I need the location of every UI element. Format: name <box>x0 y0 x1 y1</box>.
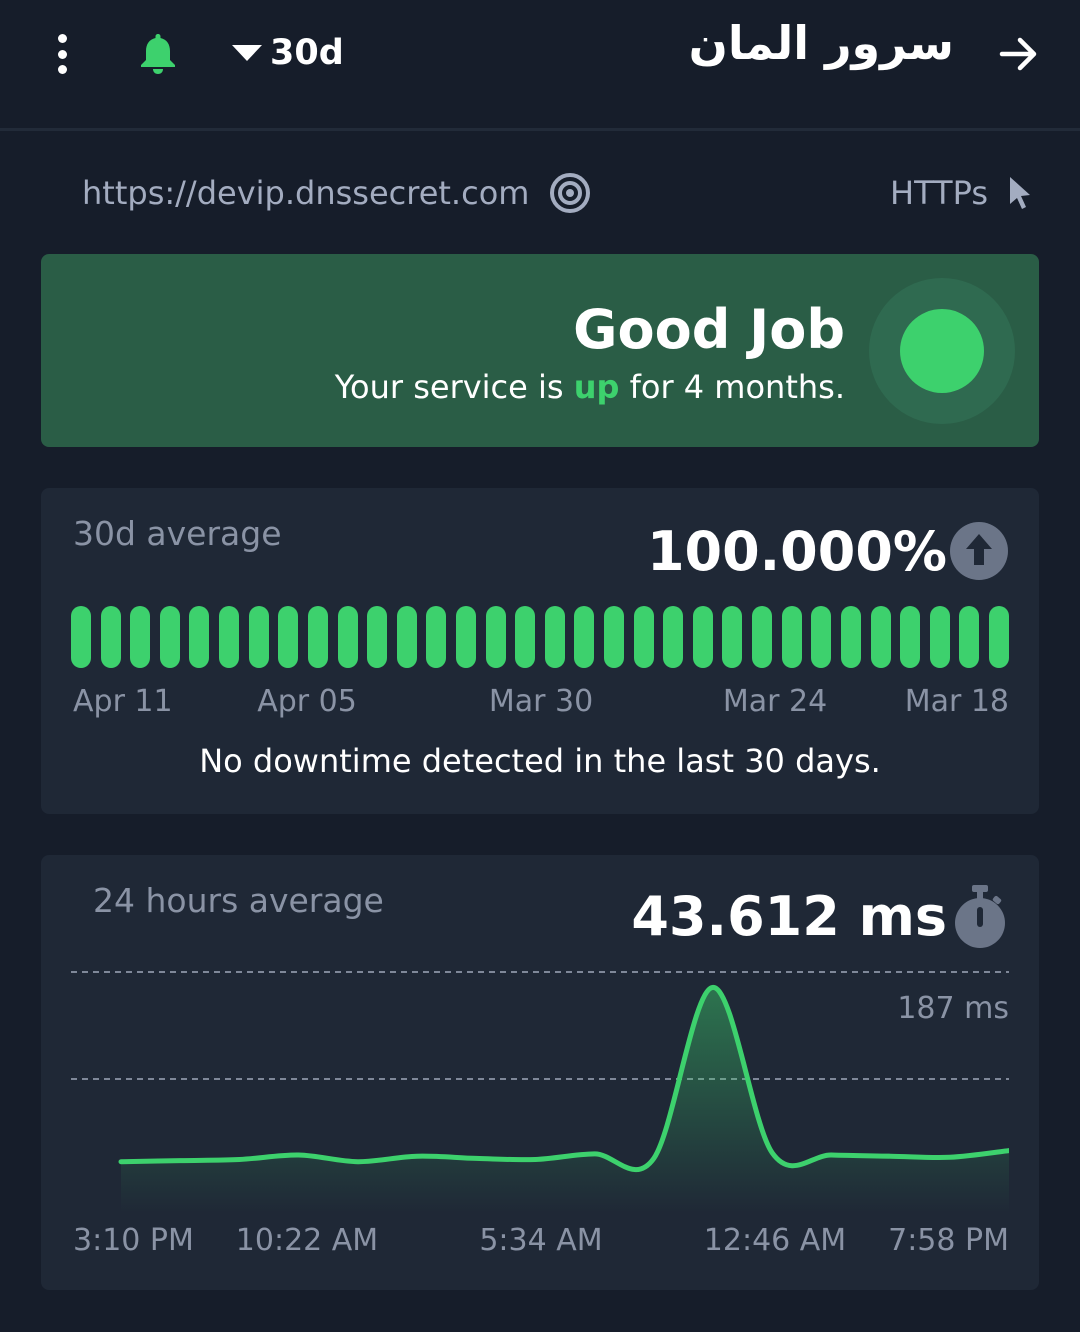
latency-area <box>121 987 1009 1213</box>
uptime-day-bar[interactable] <box>307 606 328 668</box>
top-bar: 30d سرور المان <box>0 0 1080 128</box>
status-state: up <box>573 368 620 406</box>
day-axis-label: Apr 05 <box>257 684 357 719</box>
protocol-label: HTTPs <box>890 174 988 212</box>
uptime-day-bar[interactable] <box>189 606 210 668</box>
uptime-day-bar[interactable] <box>604 606 625 668</box>
monitor-url-row: https://devip.dnssecret.com <box>82 168 591 218</box>
server-name: سرور المان <box>688 16 954 70</box>
status-subtitle-suffix: for 4 months. <box>619 368 845 406</box>
uptime-day-bar[interactable] <box>337 606 358 668</box>
range-label: 30d <box>270 33 344 73</box>
status-title: Good Job <box>573 298 845 361</box>
bell-icon[interactable] <box>136 30 180 76</box>
uptime-day-bar[interactable] <box>811 606 832 668</box>
uptime-bars <box>71 606 1009 668</box>
protocol-row: HTTPs <box>890 168 1034 218</box>
status-subtitle: Your service is up for 4 months. <box>335 368 845 406</box>
uptime-day-bar[interactable] <box>71 606 91 668</box>
uptime-day-bar[interactable] <box>692 606 713 668</box>
day-axis-label: Mar 24 <box>722 684 828 719</box>
status-card: Good Job Your service is up for 4 months… <box>41 254 1039 447</box>
uptime-day-bar[interactable] <box>574 606 595 668</box>
uptime-card: 30d average 100.000% Apr 11 Apr 05 Mar 30 M… <box>41 488 1039 814</box>
arrow-up-circle-icon <box>950 522 1008 580</box>
uptime-day-bar[interactable] <box>989 606 1009 668</box>
uptime-day-bar[interactable] <box>455 606 476 668</box>
arrow-right-icon[interactable] <box>996 32 1042 76</box>
latency-value: 43.612 ms <box>631 885 947 948</box>
uptime-message: No downtime detected in the last 30 days… <box>199 742 881 780</box>
time-axis-label: 7:58 PM <box>888 1223 1009 1258</box>
uptime-day-bar[interactable] <box>130 606 151 668</box>
uptime-day-bar[interactable] <box>544 606 565 668</box>
uptime-day-bar[interactable] <box>663 606 684 668</box>
monitor-url[interactable]: https://devip.dnssecret.com <box>82 174 529 212</box>
uptime-day-bar[interactable] <box>100 606 121 668</box>
uptime-day-bar[interactable] <box>485 606 506 668</box>
latency-chart <box>71 971 1009 1213</box>
uptime-day-bar[interactable] <box>426 606 447 668</box>
caret-down-icon <box>232 45 262 61</box>
uptime-day-bar[interactable] <box>900 606 921 668</box>
range-selector[interactable]: 30d <box>232 30 344 76</box>
divider <box>0 128 1080 131</box>
uptime-day-bar[interactable] <box>870 606 891 668</box>
uptime-day-bar[interactable] <box>367 606 388 668</box>
day-axis-label: Mar 18 <box>904 684 1009 719</box>
status-subtitle-prefix: Your service is <box>334 368 574 406</box>
status-indicator-dot <box>900 309 984 393</box>
uptime-day-bar[interactable] <box>959 606 980 668</box>
uptime-day-bar[interactable] <box>929 606 950 668</box>
uptime-day-bar[interactable] <box>840 606 861 668</box>
uptime-day-bar[interactable] <box>159 606 180 668</box>
stopwatch-icon <box>955 885 1005 948</box>
day-axis-label: Mar 30 <box>488 684 594 719</box>
uptime-day-bar[interactable] <box>752 606 773 668</box>
time-axis-label: 10:22 AM <box>235 1223 379 1258</box>
uptime-day-bar[interactable] <box>515 606 536 668</box>
latency-card: 24 hours average 43.612 ms 187 ms 3:10 P… <box>41 855 1039 1290</box>
uptime-day-bar[interactable] <box>633 606 654 668</box>
uptime-day-bar[interactable] <box>722 606 743 668</box>
cursor-icon <box>1010 177 1030 209</box>
uptime-day-bar[interactable] <box>278 606 299 668</box>
uptime-day-bar[interactable] <box>781 606 802 668</box>
time-axis-label: 12:46 AM <box>703 1223 847 1258</box>
peak-label: 187 ms <box>897 991 1009 1026</box>
uptime-day-bar[interactable] <box>248 606 269 668</box>
uptime-label: 30d average <box>73 514 282 553</box>
uptime-day-bar[interactable] <box>396 606 417 668</box>
target-icon[interactable] <box>549 172 591 214</box>
uptime-day-bar[interactable] <box>219 606 240 668</box>
time-axis-label: 5:34 AM <box>479 1223 603 1258</box>
latency-label: 24 hours average <box>93 881 384 920</box>
day-axis-label: Apr 11 <box>73 684 173 719</box>
uptime-value: 100.000% <box>646 520 947 583</box>
time-axis-label: 3:10 PM <box>73 1223 194 1258</box>
more-vertical-icon[interactable] <box>50 34 74 74</box>
